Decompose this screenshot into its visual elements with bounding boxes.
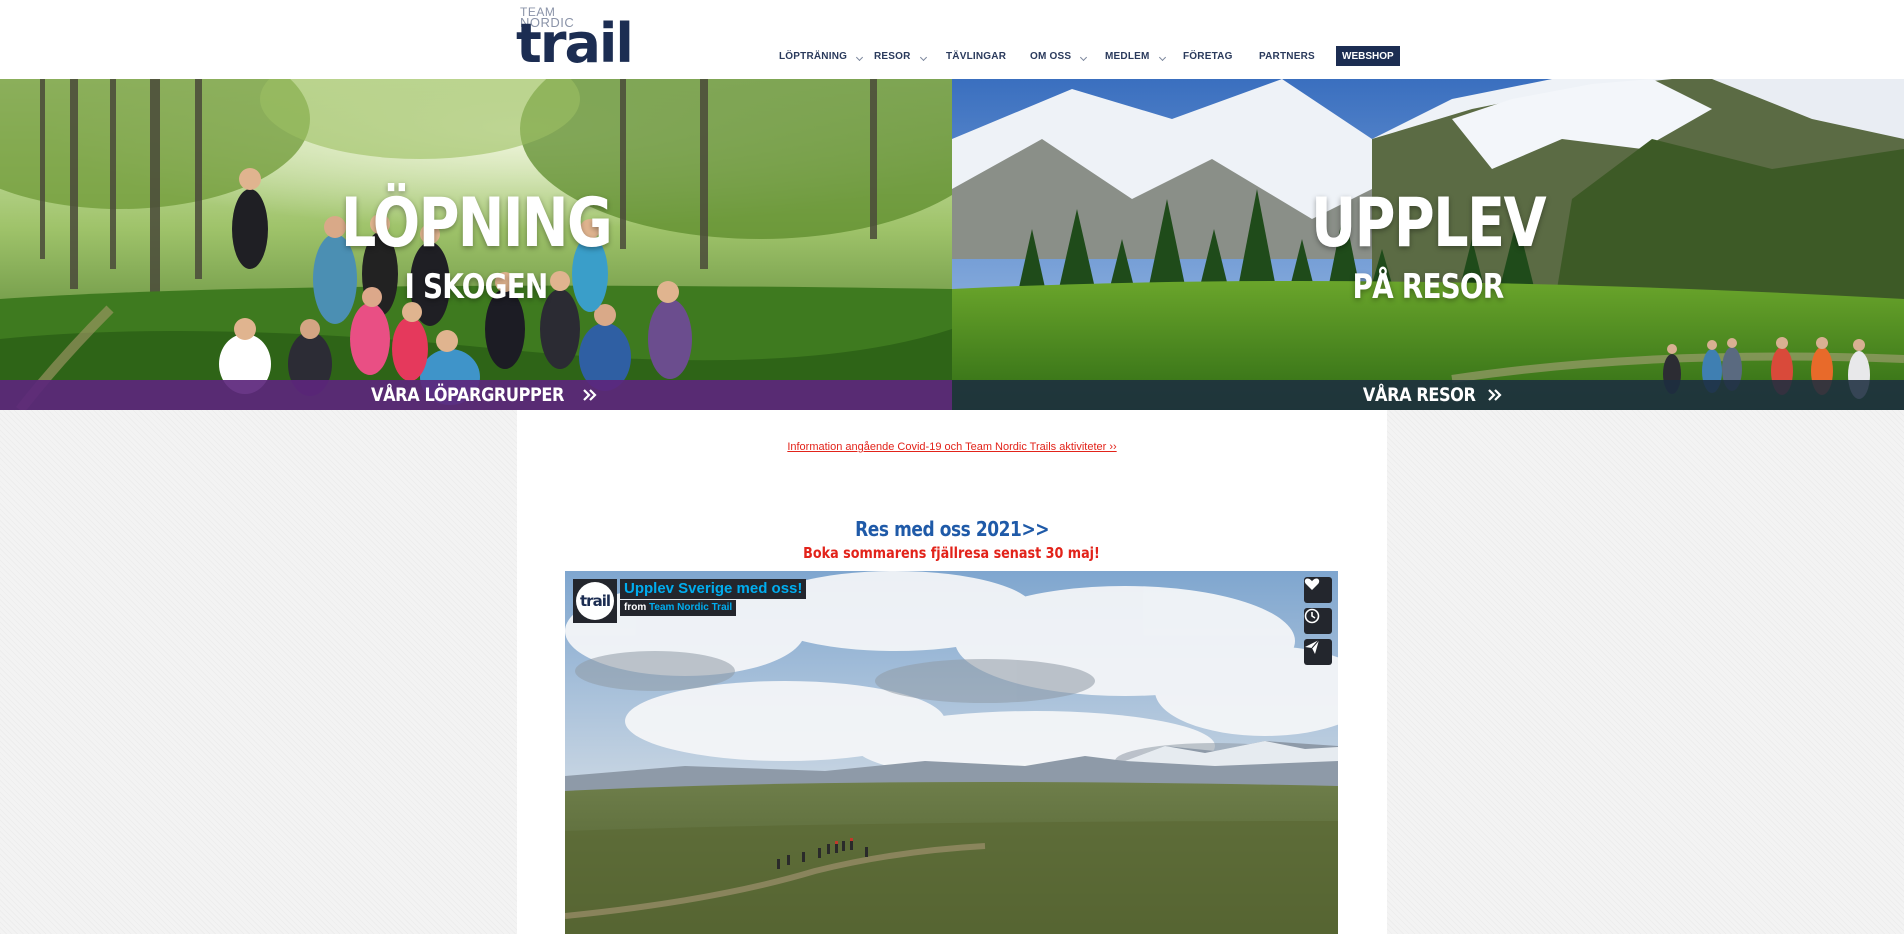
hero-travel-subtitle: PÅ RESOR xyxy=(1352,267,1505,307)
site-header: TEAM NORDIC trail LÖPTRÄNING RESOR TÄVLI… xyxy=(0,0,1904,79)
video-player[interactable]: trail Upplev Sverige med oss! from Team … xyxy=(565,571,1338,934)
channel-link[interactable]: Team Nordic Trail xyxy=(649,602,732,613)
chevron-down-icon xyxy=(856,53,864,61)
travel-2021-link[interactable]: Res med oss 2021>> xyxy=(517,517,1387,541)
booking-deadline-text: Boka sommarens fjällresa senast 30 maj! xyxy=(517,544,1387,562)
hero-running-subtitle: I SKOGEN xyxy=(404,267,549,307)
video-byline: from Team Nordic Trail xyxy=(620,600,737,616)
share-button[interactable] xyxy=(1304,639,1332,665)
double-chevron-right-icon xyxy=(1487,389,1502,401)
chevron-down-icon xyxy=(1158,53,1166,61)
nav-item-label: OM OSS xyxy=(1030,50,1072,62)
heart-icon xyxy=(1304,578,1320,590)
team-nordic-trail-logo[interactable]: TEAM NORDIC trail xyxy=(516,6,634,74)
nav-item-medlem[interactable]: MEDLEM xyxy=(1105,46,1166,66)
main-content: Information angående Covid-19 och Team N… xyxy=(517,410,1387,934)
video-title[interactable]: Upplev Sverige med oss! xyxy=(620,579,807,599)
running-groups-link[interactable]: VÅRA LÖPARGRUPPER xyxy=(0,380,952,410)
logo-wordmark: trail xyxy=(516,12,634,75)
trips-link[interactable]: VÅRA RESOR xyxy=(952,380,1904,410)
channel-avatar[interactable]: trail xyxy=(573,579,617,623)
nav-item-lopträning[interactable]: LÖPTRÄNING xyxy=(779,46,864,66)
travel-2021-label: Res med oss 2021>> xyxy=(855,517,1049,541)
chevron-down-icon xyxy=(919,53,927,61)
hero-travel-panel[interactable]: UPPLEV PÅ RESOR VÅRA RESOR xyxy=(952,79,1904,410)
covid-info-link[interactable]: Information angående Covid-19 och Team N… xyxy=(517,441,1387,453)
nav-item-label: TÄVLINGAR xyxy=(946,50,1007,62)
nav-item-partners[interactable]: PARTNERS xyxy=(1259,46,1315,66)
channel-avatar-logo: trail xyxy=(576,582,614,620)
webshop-button[interactable]: WEBSHOP xyxy=(1336,46,1400,66)
nav-item-foretag[interactable]: FÖRETAG xyxy=(1183,46,1233,66)
nav-item-resor[interactable]: RESOR xyxy=(874,46,927,66)
running-groups-label: VÅRA LÖPARGRUPPER xyxy=(370,384,565,406)
video-thumbnail xyxy=(565,571,1338,934)
nav-item-om-oss[interactable]: OM OSS xyxy=(1030,46,1088,66)
double-chevron-right-icon xyxy=(583,389,597,401)
nav-item-label: FÖRETAG xyxy=(1183,50,1233,62)
nav-item-label: RESOR xyxy=(874,50,911,62)
nav-item-label: MEDLEM xyxy=(1105,50,1150,62)
nav-item-label: LÖPTRÄNING xyxy=(779,50,848,62)
like-button[interactable] xyxy=(1304,577,1332,603)
hero-travel-title: UPPLEV xyxy=(1311,184,1547,263)
byline-from: from xyxy=(624,602,647,613)
nav-item-tavlingar[interactable]: TÄVLINGAR xyxy=(946,46,1006,66)
hero-running-title: LÖPNING xyxy=(340,184,613,263)
clock-icon xyxy=(1304,608,1320,624)
hero-running-panel[interactable]: LÖPNING I SKOGEN VÅRA LÖPARGRUPPER xyxy=(0,79,952,410)
nav-item-label: PARTNERS xyxy=(1259,50,1315,62)
booking-deadline-label: Boka sommarens fjällresa senast 30 maj! xyxy=(803,544,1101,562)
chevron-down-icon xyxy=(1080,53,1088,61)
send-icon xyxy=(1305,639,1320,654)
trips-label: VÅRA RESOR xyxy=(1363,384,1476,406)
watch-later-button[interactable] xyxy=(1304,608,1332,634)
